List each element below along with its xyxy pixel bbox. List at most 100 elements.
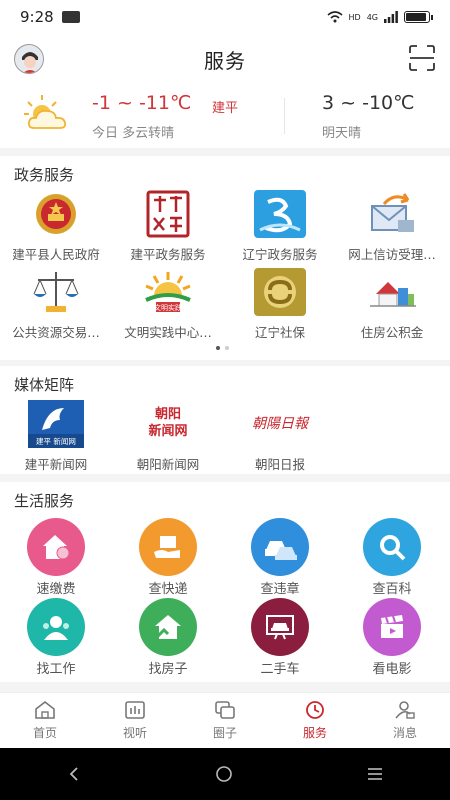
life-item-pay-bills[interactable]: 速缴费 xyxy=(0,518,112,597)
life-item-label: 找房子 xyxy=(148,662,188,677)
life-item-used-cars[interactable]: 二手车 xyxy=(224,598,336,677)
wenming-badge-text: 文明实践 xyxy=(154,303,182,312)
tab-label: 服务 xyxy=(302,726,327,740)
page-dot-active xyxy=(216,346,220,350)
used-car-icon xyxy=(251,598,309,656)
media-item-label: 建平新闻网 xyxy=(24,457,88,472)
media-item-label: 朝阳新闻网 xyxy=(136,457,200,472)
life-item-find-job[interactable]: 找工作 xyxy=(0,598,112,677)
user-avatar-icon xyxy=(15,45,43,73)
life-item-traffic-violations[interactable]: 查违章 xyxy=(224,518,336,597)
tab-label: 圈子 xyxy=(212,726,237,740)
life-item-label: 查快递 xyxy=(148,582,188,597)
life-item-label: 速缴费 xyxy=(36,582,76,597)
tab-messages[interactable]: 消息 xyxy=(360,693,450,748)
gov-item-label: 辽宁社保 xyxy=(254,325,305,340)
gov-item-liaoning-services[interactable]: 辽宁政务服务 xyxy=(224,190,336,263)
gov-item-label: 辽宁政务服务 xyxy=(242,247,318,262)
app-header: 服务 xyxy=(0,34,450,84)
media-item-label: 朝阳日报 xyxy=(254,457,305,472)
tab-label: 首页 xyxy=(32,726,57,740)
weather-card[interactable]: -1 ~ -11℃ 建平 今日 多云转晴 3 ~ -10℃ 明天晴 xyxy=(0,84,450,148)
terminal-icon xyxy=(61,11,80,23)
page-title: 服务 xyxy=(204,48,246,73)
jianping-news-logo-icon: 建平 新闻网 xyxy=(28,400,84,448)
media-item-jianping-news[interactable]: 建平 新闻网 建平新闻网 xyxy=(0,400,112,473)
jianping-logo-text: 建平 新闻网 xyxy=(36,436,76,446)
status-time: 9:28 xyxy=(20,8,54,26)
chaoyang-daily-logo: 朝陽日報 xyxy=(252,416,308,432)
car-icon xyxy=(251,518,309,576)
gov-item-county-government[interactable]: 建平县人民政府 xyxy=(0,190,112,263)
life-item-label: 查违章 xyxy=(260,582,300,597)
back-icon[interactable] xyxy=(67,766,81,782)
life-item-track-package[interactable]: 查快递 xyxy=(112,518,224,597)
home-circle-icon[interactable] xyxy=(215,765,233,783)
gov-item-label: 住房公积金 xyxy=(360,325,424,340)
section-title: 生活服务 xyxy=(14,492,75,510)
gov-item-label: 公共资源交易… xyxy=(12,325,100,340)
avatar[interactable] xyxy=(14,44,44,74)
section-title: 媒体矩阵 xyxy=(14,376,75,394)
tab-label: 消息 xyxy=(392,726,417,740)
chaoyang-logo-line2: 新闻网 xyxy=(148,424,188,439)
page-dot xyxy=(225,346,229,350)
tab-services[interactable]: 服务 xyxy=(270,693,360,748)
clapperboard-icon xyxy=(363,598,421,656)
signal-icon xyxy=(384,11,398,23)
services-clock-icon xyxy=(306,701,324,719)
life-item-label: 找工作 xyxy=(36,662,76,677)
gov-item-housing-fund[interactable]: 住房公积金 xyxy=(336,268,448,341)
weather-city: 建平 xyxy=(212,101,239,116)
gov-item-jianping-services[interactable]: 建平政务服务 xyxy=(112,190,224,263)
menu-icon[interactable] xyxy=(367,767,383,781)
national-emblem-icon xyxy=(36,194,76,234)
cloudy-sun-icon xyxy=(24,95,67,129)
battery-icon xyxy=(404,11,433,23)
signal-label: 4G xyxy=(366,12,378,22)
life-item-label: 查百科 xyxy=(372,582,412,597)
housing-icon xyxy=(370,282,416,307)
home-icon xyxy=(35,700,55,719)
envelope-icon xyxy=(371,193,414,232)
page-indicator xyxy=(216,346,229,350)
social-security-icon xyxy=(254,268,306,316)
scan-icon[interactable] xyxy=(408,45,436,71)
gov-item-label: 网上信访受理… xyxy=(348,247,436,262)
tab-home[interactable]: 首页 xyxy=(0,693,90,748)
bill-payment-icon xyxy=(27,518,85,576)
video-icon xyxy=(125,701,145,719)
gov-item-liaoning-social-security[interactable]: 辽宁社保 xyxy=(224,268,336,341)
gov-item-label: 建平政务服务 xyxy=(130,247,206,262)
gov-item-public-resources[interactable]: 公共资源交易… xyxy=(0,268,112,341)
magnifier-icon xyxy=(363,518,421,576)
job-icon xyxy=(27,598,85,656)
life-item-encyclopedia[interactable]: 查百科 xyxy=(336,518,448,597)
media-item-chaoyang-news[interactable]: 朝阳 新闻网 朝阳新闻网 xyxy=(112,400,224,473)
civilization-practice-icon: 文明实践 xyxy=(145,272,191,312)
life-item-movies[interactable]: 看电影 xyxy=(336,598,448,677)
wifi-icon xyxy=(326,11,343,23)
package-icon xyxy=(139,518,197,576)
network-label: HD xyxy=(348,12,361,22)
circle-icon xyxy=(215,701,235,719)
media-item-chaoyang-daily[interactable]: 朝陽日報 朝阳日报 xyxy=(224,400,336,473)
status-bar: 9:28 HD 4G xyxy=(0,0,450,34)
tomorrow-description: 明天晴 xyxy=(322,126,362,141)
today-temperature: -1 ~ -11℃ xyxy=(92,92,192,114)
gov-item-label: 文明实践中心… xyxy=(124,325,212,340)
life-item-label: 看电影 xyxy=(372,662,412,677)
bottom-tab-bar: 首页 视听 圈子 服务 消息 xyxy=(0,692,450,748)
chaoyang-news-logo: 朝阳 新闻网 xyxy=(140,400,196,448)
media-section: 媒体矩阵 建平 新闻网 建平新闻网 朝阳 新闻网 朝阳新闻网 朝陽日報 朝阳日报 xyxy=(0,366,450,474)
life-item-label: 二手车 xyxy=(260,662,300,677)
gov-services-section: 政务服务 建平县人民政府 建平政务服务 辽宁政务服务 网上信访受理… 公共资源交… xyxy=(0,156,450,360)
status-right: HD 4G xyxy=(326,11,433,23)
life-item-find-house[interactable]: 找房子 xyxy=(112,598,224,677)
tab-label: 视听 xyxy=(122,726,147,740)
gov-item-civilization-center[interactable]: 文明实践 文明实践中心… xyxy=(112,268,224,341)
gov-item-petition[interactable]: 网上信访受理… xyxy=(336,190,448,263)
tab-video[interactable]: 视听 xyxy=(90,693,180,748)
tab-circle[interactable]: 圈子 xyxy=(180,693,270,748)
life-services-section: 生活服务 速缴费 查快递 查违章 查百科 找工作 找房子 二手车 看电影 xyxy=(0,482,450,682)
